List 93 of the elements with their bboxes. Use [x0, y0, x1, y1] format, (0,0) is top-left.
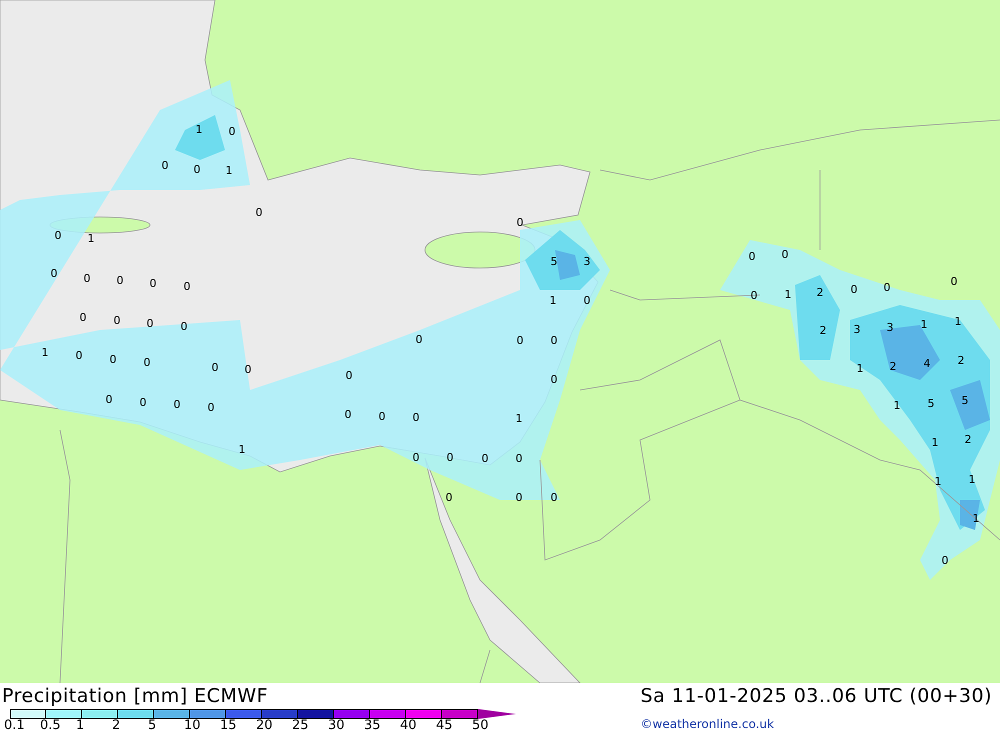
precipitation-value-label: 1 [932, 436, 938, 449]
scale-tick-label: 50 [472, 718, 489, 733]
precipitation-value-label: 0 [942, 554, 948, 567]
scale-tick-label: 25 [292, 718, 309, 733]
precipitation-value-label: 0 [550, 334, 558, 347]
scale-tick-label: 40 [400, 718, 417, 733]
precipitation-value-label: 1 [784, 288, 792, 301]
precipitation-value-label: 0 [162, 159, 168, 172]
precipitation-value-label: 4 [924, 357, 930, 370]
scale-tick-label: 35 [364, 718, 381, 733]
scale-tick-label: 30 [328, 718, 345, 733]
precipitation-value-label: 1 [894, 399, 900, 412]
precipitation-value-label: 0 [150, 277, 156, 290]
precipitation-value-label: 0 [516, 334, 524, 347]
scale-tick-label: 45 [436, 718, 453, 733]
scale-tick-label: 10 [184, 718, 201, 733]
scale-tick-label: 2 [112, 718, 120, 733]
precipitation-value-label: 3 [584, 255, 590, 268]
precipitation-value-label: 5 [928, 397, 934, 410]
scale-tick-label: 0.5 [40, 718, 61, 733]
scale-tick-label: 15 [220, 718, 237, 733]
precipitation-value-label: 1 [88, 232, 94, 245]
precipitation-value-label: 1 [920, 318, 928, 331]
precipitation-value-label: 0 [346, 369, 352, 382]
precipitation-value-label: 2 [816, 286, 824, 299]
precipitation-value-label: 1 [42, 346, 48, 359]
precipitation-value-label: 1 [968, 473, 976, 486]
scale-tick-label: 20 [256, 718, 273, 733]
precipitation-value-label: 0 [144, 356, 150, 369]
precipitation-value-label: 1 [954, 315, 962, 328]
precipitation-value-label: 0 [54, 229, 62, 242]
precipitation-value-label: 0 [378, 410, 386, 423]
precipitation-value-label: 0 [516, 216, 524, 229]
precipitation-value-label: 0 [76, 349, 82, 362]
precipitation-value-label: 0 [174, 398, 180, 411]
precipitation-value-label: 0 [550, 491, 558, 504]
precipitation-value-label: 1 [196, 123, 202, 136]
precipitation-value-label: 0 [416, 333, 422, 346]
scale-tick-label: 0.1 [4, 718, 25, 733]
precipitation-value-label: 0 [208, 401, 214, 414]
precipitation-value-label: 0 [180, 320, 188, 333]
precipitation-value-label: 0 [516, 452, 522, 465]
precipitation-value-label: 1 [972, 512, 980, 525]
precipitation-value-label: 1 [226, 164, 232, 177]
precipitation-value-label: 0 [950, 275, 958, 288]
valid-time: Sa 11-01-2025 03..06 UTC (00+30) [640, 685, 992, 707]
precipitation-value-label: 1 [550, 294, 556, 307]
precipitation-value-label: 0 [850, 283, 858, 296]
precipitation-value-label: 0 [184, 280, 190, 293]
precipitation-value-label: 0 [482, 452, 488, 465]
precipitation-value-label: 2 [964, 433, 972, 446]
precipitation-value-label: 5 [550, 255, 558, 268]
precipitation-value-label: 2 [958, 354, 964, 367]
precipitation-value-label: 0 [146, 317, 154, 330]
precipitation-value-label: 0 [412, 411, 420, 424]
scale-tick-label: 1 [76, 718, 84, 733]
precipitation-value-label: 0 [114, 314, 120, 327]
precipitation-value-label: 0 [50, 267, 58, 280]
precipitation-value-label: 1 [516, 412, 522, 425]
precipitation-value-label: 0 [244, 363, 252, 376]
precipitation-value-label: 1 [934, 475, 942, 488]
precipitation-value-label: 0 [256, 206, 262, 219]
precipitation-value-label: 0 [750, 289, 758, 302]
scale-arrow-icon [478, 709, 516, 719]
precipitation-value-label: 0 [212, 361, 218, 374]
precipitation-value-label: 2 [890, 360, 896, 373]
precipitation-value-label: 1 [238, 443, 246, 456]
precipitation-value-label: 0 [412, 451, 420, 464]
credit-link[interactable]: ©weatheronline.co.uk [640, 717, 992, 733]
precipitation-value-label: 0 [884, 281, 890, 294]
precipitation-value-label: 0 [584, 294, 590, 307]
precipitation-value-label: 5 [962, 394, 968, 407]
precipitation-value-label: 0 [228, 125, 236, 138]
precipitation-value-label: 3 [886, 321, 894, 334]
precipitation-value-label: 0 [446, 491, 452, 504]
precipitation-value-label: 1 [856, 362, 864, 375]
precipitation-value-label: 0 [140, 396, 146, 409]
precipitation-value-label: 0 [194, 163, 200, 176]
precipitation-value-label: 0 [344, 408, 352, 421]
precipitation-value-label: 0 [748, 250, 756, 263]
scale-tick-label: 5 [148, 718, 156, 733]
precipitation-value-label: 0 [84, 272, 90, 285]
precipitation-value-label: 0 [110, 353, 116, 366]
precipitation-value-label: 0 [106, 393, 112, 406]
precipitation-value-label: 0 [446, 451, 454, 464]
precipitation-value-label: 0 [80, 311, 86, 324]
precipitation-value-label: 0 [116, 274, 124, 287]
precipitation-value-label: 0 [550, 373, 558, 386]
precipitation-value-label: 3 [854, 323, 860, 336]
precipitation-value-label: 0 [782, 248, 788, 261]
precipitation-value-label: 0 [516, 491, 522, 504]
precipitation-value-label: 2 [820, 324, 826, 337]
chart-title: Precipitation [mm] ECMWF [2, 685, 270, 707]
